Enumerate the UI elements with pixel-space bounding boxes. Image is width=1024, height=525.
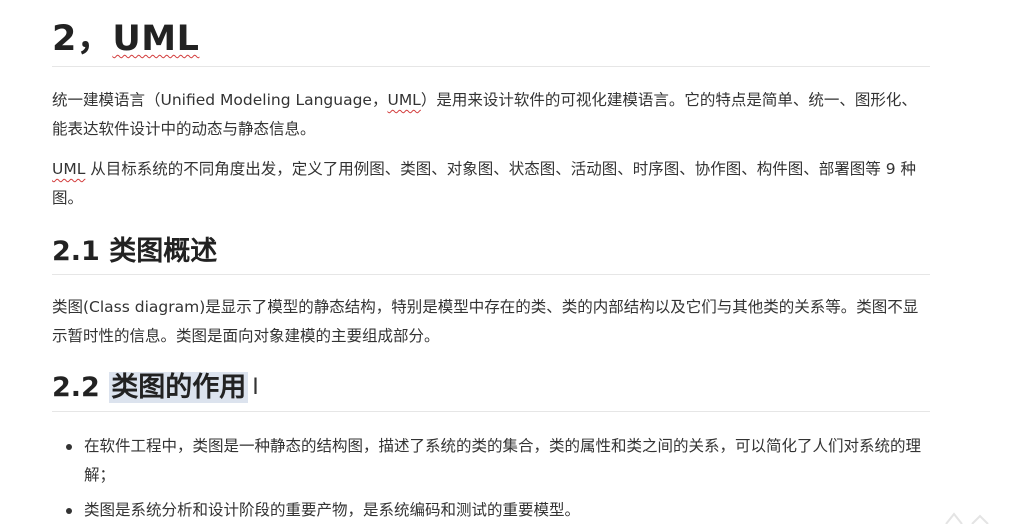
intro-uml-term: UML — [387, 91, 421, 109]
section-2-2-heading: 2.2 类图的作用 I — [52, 365, 259, 404]
intro-paragraph-1: 统一建模语言（Unified Modeling Language，UML）是用来… — [52, 86, 922, 144]
section-2-1-divider — [52, 274, 930, 275]
corner-watermark-icon — [945, 512, 989, 524]
section-2-1-body: 类图(Class diagram)是显示了模型的静态结构，特别是模型中存在的类、… — [52, 298, 919, 345]
intro2-uml-term: UML — [52, 160, 86, 178]
intro2-text: 从目标系统的不同角度出发，定义了用例图、类图、对象图、状态图、活动图、时序图、协… — [52, 160, 917, 207]
bullet-icon — [66, 444, 72, 450]
intro-text-a: 统一建模语言（Unified Modeling Language， — [52, 91, 388, 109]
text-cursor-icon: I — [252, 375, 259, 400]
intro-paragraph-2: UML 从目标系统的不同角度出发，定义了用例图、类图、对象图、状态图、活动图、时… — [52, 155, 922, 213]
list-item-text: 类图是系统分析和设计阶段的重要产物，是系统编码和测试的重要模型。 — [84, 501, 581, 519]
title-number: 2， — [52, 19, 113, 59]
bullet-icon — [66, 508, 72, 514]
title-divider — [52, 66, 930, 67]
list-item-text: 在软件工程中，类图是一种静态的结构图，描述了系统的类的集合，类的属性和类之间的关… — [84, 437, 922, 484]
section-2-2-bullet-list: 在软件工程中，类图是一种静态的结构图，描述了系统的类的集合，类的属性和类之间的关… — [52, 432, 932, 525]
title-uml: UML — [112, 19, 200, 59]
list-item: 在软件工程中，类图是一种静态的结构图，描述了系统的类的集合，类的属性和类之间的关… — [52, 432, 932, 490]
page-title: 2，UML — [52, 10, 199, 61]
section-2-2-selected-text[interactable]: 类图的作用 — [109, 372, 249, 403]
section-2-2-number: 2.2 — [52, 372, 110, 403]
list-item: 类图是系统分析和设计阶段的重要产物，是系统编码和测试的重要模型。 — [52, 496, 932, 525]
section-2-1-heading: 2.1 类图概述 — [52, 236, 218, 267]
section-2-2-divider — [52, 411, 930, 412]
